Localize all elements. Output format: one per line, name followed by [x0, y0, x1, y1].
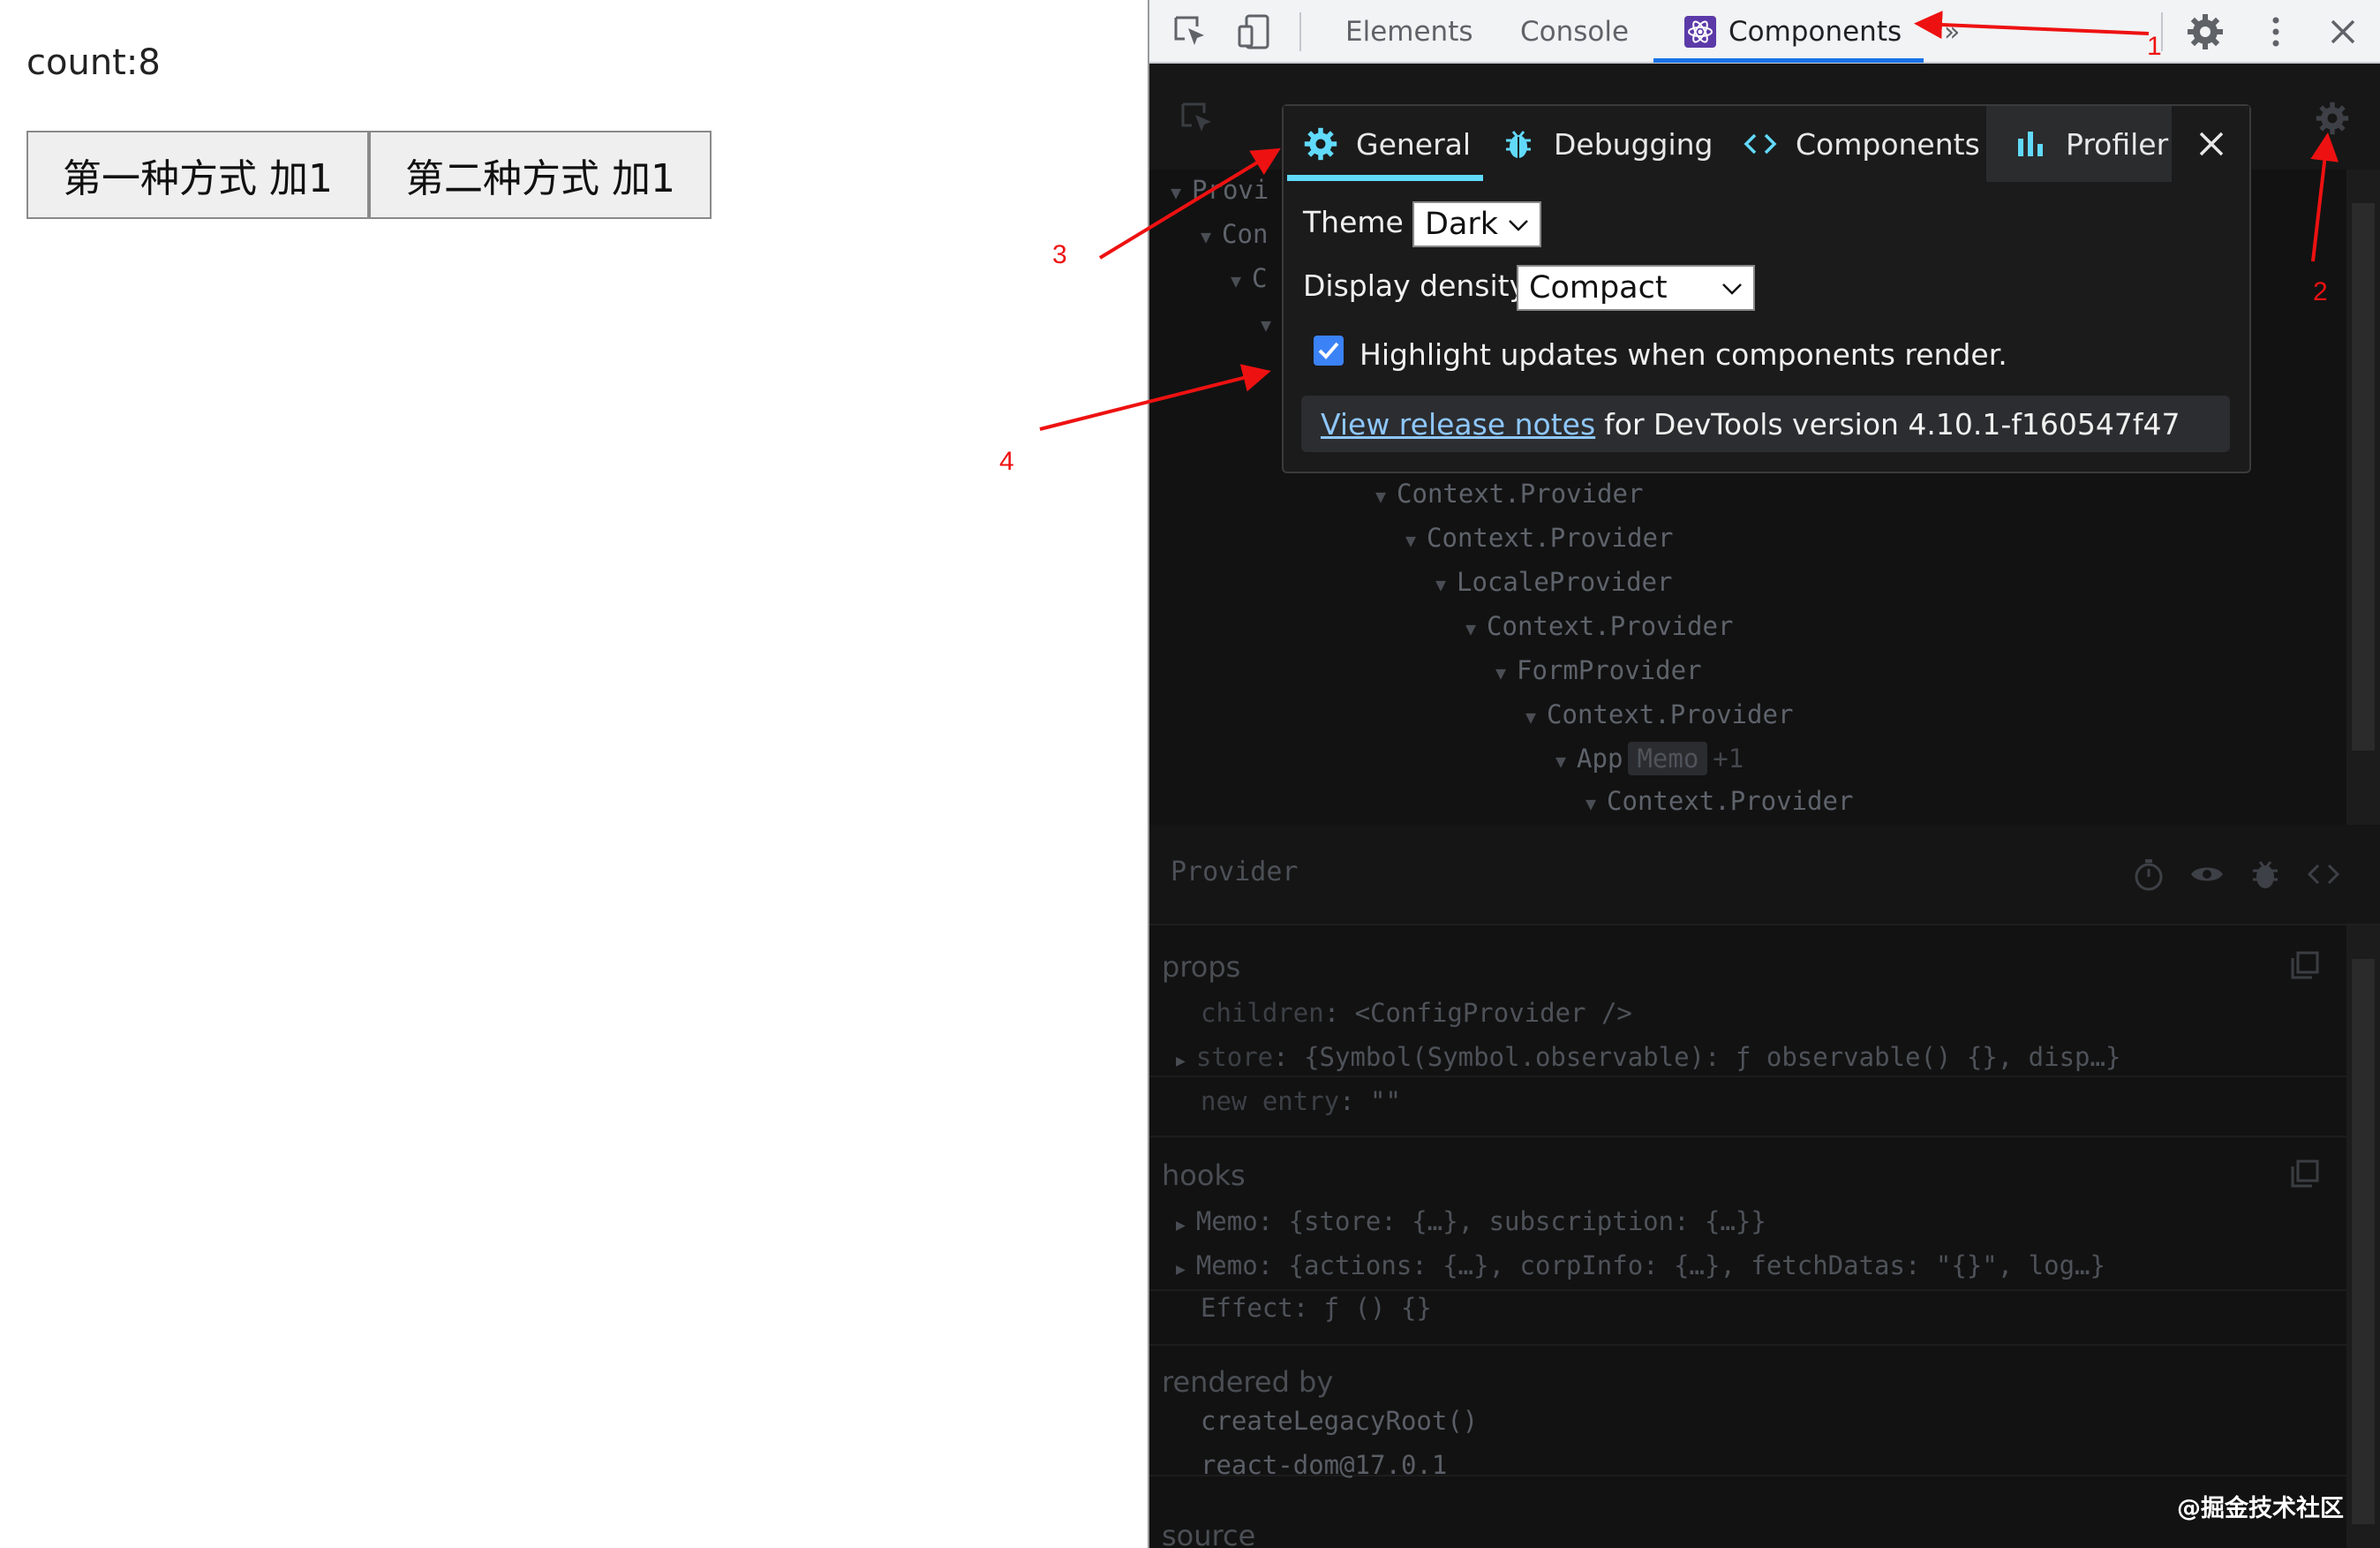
rendered-by-title: rendered by [1162, 1365, 1334, 1399]
toolbar-separator [1299, 12, 1301, 51]
tree-node[interactable]: ▼ C [1231, 263, 1268, 293]
props-section: props children: <ConfigProvider /> ▶ stor… [1149, 925, 2346, 1077]
code-brackets-icon [1744, 133, 1777, 155]
debug-bug-icon[interactable] [2248, 857, 2283, 892]
rendered-by-section: rendered by createLegacyRoot() react-dom… [1149, 1344, 2346, 1480]
bar-chart-icon [2018, 132, 2043, 156]
copy-icon[interactable] [2290, 950, 2320, 980]
hoc-count: +1 [1713, 744, 1744, 774]
hook-row[interactable]: Effect: ƒ () {} [1201, 1293, 1432, 1323]
devtools-settings-gear-icon[interactable] [2186, 12, 2225, 51]
tree-node[interactable]: ▼ Context.Provider [1405, 523, 1673, 553]
settings-tab-indicator [1287, 175, 1483, 181]
props-title: props [1162, 950, 1241, 984]
checkmark-icon [1318, 342, 1339, 359]
details-scrollbar-thumb[interactable] [2352, 959, 2375, 1524]
gear-icon [1304, 127, 1337, 161]
tree-node[interactable]: ▼ FormProvider [1495, 655, 1702, 685]
select-component-icon[interactable] [1178, 99, 1216, 138]
tab-console[interactable]: Console [1520, 0, 1629, 64]
theme-label: Theme [1303, 205, 1404, 239]
details-header: Provider [1149, 825, 2380, 925]
prop-row[interactable]: new entry: "" [1201, 1086, 1401, 1116]
source-title: source [1162, 1519, 1256, 1548]
selected-component-name: Provider [1171, 857, 1299, 887]
active-tab-indicator [1653, 58, 1924, 63]
inspect-element-icon[interactable] [1171, 12, 1209, 51]
annotation-number-3: 3 [1052, 240, 1067, 269]
component-details: Provider props children: <ConfigProvider… [1149, 825, 2380, 1548]
settings-tab-general[interactable]: General [1303, 106, 1471, 182]
renderer-row: react-dom@17.0.1 [1201, 1450, 1448, 1480]
chevron-down-icon [1722, 283, 1742, 295]
settings-tab-components[interactable]: Components [1743, 106, 1980, 182]
hook-row[interactable]: ▶ Memo: {store: {…}, subscription: {…}} [1176, 1206, 1766, 1236]
increment-button-1[interactable]: 第一种方式 加1 [26, 131, 369, 219]
react-icon [1684, 16, 1716, 48]
tree-node[interactable]: ▼ Context.Provider [1585, 786, 1853, 816]
annotation-number-1: 1 [2147, 32, 2162, 61]
close-settings-icon[interactable] [2189, 122, 2233, 166]
tree-node[interactable]: ▼ Provi [1171, 175, 1269, 205]
tree-scrollbar[interactable] [2346, 170, 2380, 825]
count-display: count:8 [26, 42, 161, 83]
settings-tab-debugging[interactable]: Debugging [1501, 106, 1713, 182]
details-scrollbar[interactable] [2346, 925, 2380, 1548]
inspect-dom-eye-icon[interactable] [2189, 857, 2225, 892]
tree-node[interactable]: ▼ Context.Provider [1465, 611, 1733, 641]
annotation-number-4: 4 [999, 447, 1014, 476]
view-source-icon[interactable] [2306, 857, 2341, 892]
stopwatch-icon[interactable] [2131, 857, 2166, 892]
watermark: @掘金技术社区 [2177, 1495, 2344, 1522]
device-toolbar-icon[interactable] [1236, 12, 1275, 51]
hooks-section: hooks ▶ Memo: {store: {…}, subscription: … [1149, 1136, 2346, 1291]
density-label: Display density [1303, 268, 1527, 303]
components-settings-gear-icon[interactable] [2315, 101, 2350, 136]
close-devtools-icon[interactable] [2324, 12, 2362, 51]
tab-components[interactable]: Components [1684, 0, 1902, 64]
prop-row[interactable]: children: <ConfigProvider /> [1201, 998, 1632, 1028]
density-select[interactable]: Compact [1517, 265, 1755, 311]
tree-node[interactable]: ▼ LocaleProvider [1435, 567, 1672, 597]
renderer-row: createLegacyRoot() [1201, 1406, 1479, 1436]
settings-tabs: General Debugging Components Profiler [1284, 106, 2249, 182]
tree-node[interactable]: ▼ Context.Provider [1525, 699, 1793, 729]
more-tabs-button[interactable]: » [1944, 0, 1960, 64]
prop-row[interactable]: ▶ store: {Symbol(Symbol.observable): ƒ ob… [1176, 1042, 2120, 1072]
theme-select[interactable]: Dark [1412, 201, 1541, 247]
annotation-number-2: 2 [2313, 277, 2328, 306]
bug-icon [1506, 131, 1531, 158]
chevron-down-icon [1509, 220, 1528, 231]
tree-scrollbar-thumb[interactable] [2352, 203, 2375, 751]
more-options-icon[interactable] [2256, 12, 2295, 51]
highlight-updates-checkbox[interactable] [1314, 336, 1344, 366]
release-notes-bar: View release notes for DevTools version … [1301, 396, 2230, 452]
tree-node[interactable]: ▼ [1261, 307, 1282, 337]
devtools-version-text: for DevTools version 4.10.1-f160547f47 [1604, 406, 2180, 442]
tab-elements[interactable]: Elements [1345, 0, 1473, 64]
tree-node[interactable]: ▼ Con [1201, 219, 1268, 249]
settings-modal: General Debugging Components Profiler Th… [1282, 104, 2251, 473]
release-notes-link[interactable]: View release notes [1321, 407, 1595, 442]
memo-badge: Memo [1628, 742, 1708, 775]
tree-node[interactable]: ▼ App Memo +1 [1555, 742, 1744, 775]
copy-icon[interactable] [2290, 1159, 2320, 1189]
hook-row[interactable]: ▶ Memo: {actions: {…}, corpInfo: {…}, fet… [1176, 1250, 2105, 1280]
settings-tab-profiler[interactable]: Profiler [2013, 106, 2168, 182]
tree-node[interactable]: ▼ Context.Provider [1375, 479, 1643, 509]
hooks-title: hooks [1162, 1159, 1246, 1192]
increment-button-2[interactable]: 第二种方式 加1 [369, 131, 712, 219]
devtools-toolbar: Elements Console Components » [1149, 0, 2380, 64]
highlight-updates-label[interactable]: Highlight updates when components render… [1359, 337, 2007, 372]
web-page: count:8 第一种方式 加1 第二种方式 加1 [0, 0, 1148, 1548]
